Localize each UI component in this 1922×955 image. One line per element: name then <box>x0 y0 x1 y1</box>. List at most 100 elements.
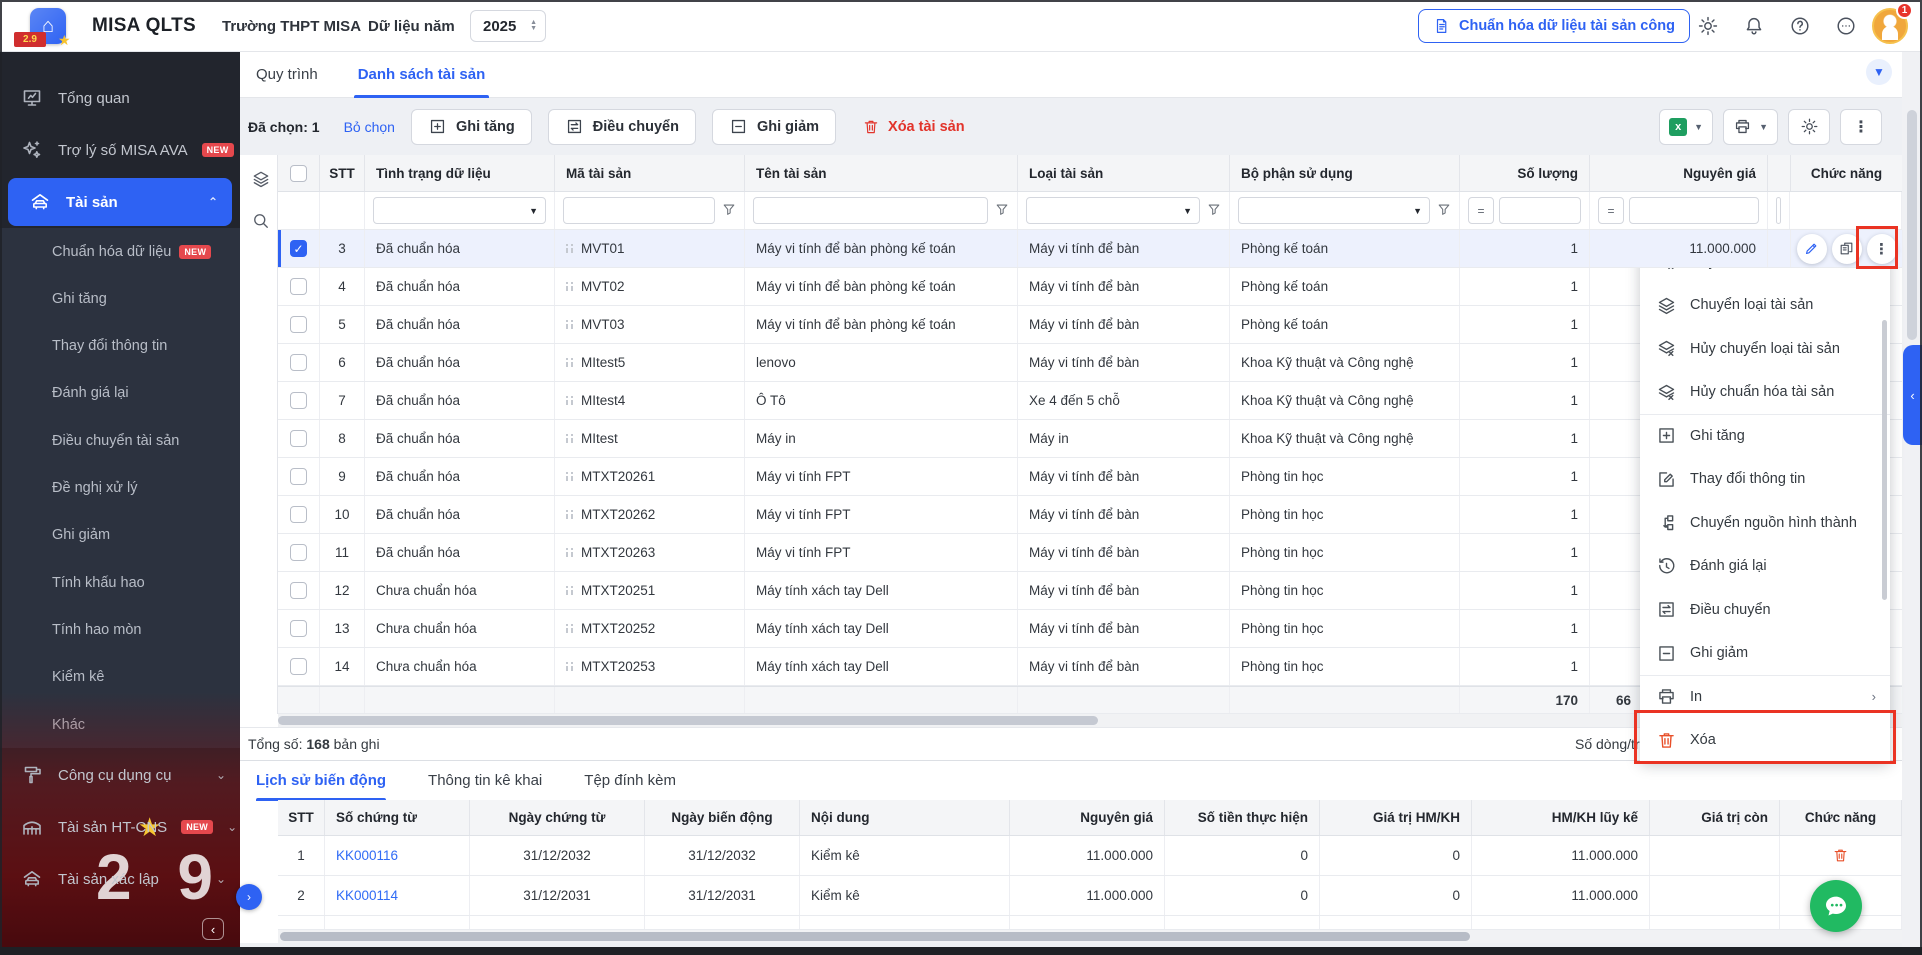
filter-operator[interactable]: = <box>1598 197 1624 224</box>
sidebar-item-infra[interactable]: Tài sản HT-CNSNEW⌄ <box>0 803 240 851</box>
export-excel-button[interactable]: x▼ <box>1659 109 1713 145</box>
menu-item-4[interactable]: Ghi tăng <box>1640 414 1890 458</box>
expand-detail-button[interactable]: › <box>236 884 262 910</box>
document-link[interactable]: KK000114 <box>336 888 398 903</box>
filter-input[interactable] <box>1776 197 1781 224</box>
duplicate-button[interactable] <box>1832 234 1862 264</box>
row-checkbox[interactable] <box>290 278 307 295</box>
print-button[interactable]: ▼ <box>1723 109 1778 145</box>
sidebar-subitem[interactable]: Điều chuyển tài sản <box>0 417 240 464</box>
more-apps-icon[interactable] <box>1835 15 1857 37</box>
settings-gear-icon[interactable] <box>1697 15 1719 37</box>
search-icon[interactable] <box>251 211 271 231</box>
delete-row-icon[interactable] <box>1832 847 1849 864</box>
chat-support-button[interactable] <box>1810 880 1862 932</box>
history-row[interactable]: 2KK00011431/12/203131/12/2031Kiểm kê11.0… <box>278 876 1902 916</box>
sidebar-collapse-button[interactable]: ‹ <box>202 918 224 940</box>
deselect-link[interactable]: Bỏ chọn <box>344 119 395 135</box>
sidebar-subitem[interactable]: Kiểm kê <box>0 654 240 701</box>
detail-tab[interactable]: Lịch sử biến động <box>256 761 386 801</box>
layers-icon[interactable] <box>251 169 271 189</box>
notifications-bell-icon[interactable] <box>1743 15 1765 37</box>
grid-more-button[interactable]: ⋮ <box>1840 109 1882 145</box>
menu-item-5[interactable]: Thay đổi thông tin <box>1640 458 1890 502</box>
menu-item-7[interactable]: Đánh giá lại <box>1640 545 1890 589</box>
filter-select[interactable]: ▼ <box>1238 197 1430 224</box>
menu-scrollbar[interactable] <box>1882 320 1887 600</box>
funnel-icon[interactable] <box>1207 202 1221 219</box>
normalize-public-assets-button[interactable]: Chuẩn hóa dữ liệu tài sản công <box>1418 9 1690 43</box>
sidebar-subitem[interactable]: Tính hao mòn <box>0 606 240 653</box>
year-select[interactable]: 2025 ▲▼ <box>470 10 546 42</box>
sidebar-subitem[interactable]: Đánh giá lại <box>0 370 240 417</box>
menu-item-9[interactable]: Ghi giảm <box>1640 632 1890 676</box>
sidebar-subitem[interactable]: Đề nghị xử lý <box>0 465 240 512</box>
organization-name[interactable]: Trường THPT MISA <box>222 0 361 52</box>
filter-input[interactable] <box>563 197 715 224</box>
toolbar-button-plus-square[interactable]: Ghi tăng <box>411 109 532 145</box>
toolbar-button-minus-square[interactable]: Ghi giảm <box>712 109 836 145</box>
table-row[interactable]: ✓3Đã chuẩn hóaMVT01Máy vi tính để bàn ph… <box>278 230 1902 268</box>
funnel-icon[interactable] <box>995 202 1009 219</box>
row-checkbox[interactable] <box>290 354 307 371</box>
row-checkbox[interactable] <box>290 316 307 333</box>
drag-handle-icon[interactable] <box>566 624 573 633</box>
row-checkbox[interactable] <box>290 620 307 637</box>
select-all-checkbox[interactable] <box>290 165 307 182</box>
drag-handle-icon[interactable] <box>566 510 573 519</box>
detail-tab[interactable]: Thông tin kê khai <box>428 761 542 801</box>
row-checkbox[interactable]: ✓ <box>290 240 307 257</box>
sidebar-subitem[interactable]: Thay đổi thông tin <box>0 323 240 370</box>
drag-handle-icon[interactable] <box>566 358 573 367</box>
funnel-icon[interactable] <box>1437 202 1451 219</box>
filter-operator[interactable]: = <box>1468 197 1494 224</box>
toolbar-button-transfer-square[interactable]: Điều chuyển <box>548 109 696 145</box>
sidebar-item-asset[interactable]: Tài sản xác lập⌄ <box>0 855 240 903</box>
menu-item-1[interactable]: Chuyển loại tài sản <box>1640 284 1890 328</box>
row-checkbox[interactable] <box>290 392 307 409</box>
row-checkbox[interactable] <box>290 506 307 523</box>
drag-handle-icon[interactable] <box>566 434 573 443</box>
row-checkbox[interactable] <box>290 430 307 447</box>
funnel-icon[interactable] <box>722 202 736 219</box>
row-checkbox[interactable] <box>290 658 307 675</box>
grid-settings-button[interactable] <box>1788 109 1830 145</box>
row-checkbox[interactable] <box>290 544 307 561</box>
sidebar-item-2[interactable]: Trợ lý số MISA AVANEW <box>0 126 240 174</box>
right-panel-toggle[interactable]: ‹ <box>1903 345 1922 445</box>
drag-handle-icon[interactable] <box>566 662 573 671</box>
menu-item-delete[interactable]: Xóa <box>1640 719 1890 763</box>
drag-handle-icon[interactable] <box>566 320 573 329</box>
sidebar-subitem[interactable]: Ghi giảm <box>0 512 240 559</box>
filter-select[interactable]: ▼ <box>373 197 546 224</box>
filter-select[interactable]: ▼ <box>1026 197 1200 224</box>
menu-item-6[interactable]: Chuyển nguồn hình thành <box>1640 501 1890 545</box>
edit-button[interactable] <box>1797 234 1827 264</box>
history-row[interactable]: 1KK00011631/12/203231/12/2032Kiểm kê11.0… <box>278 836 1902 876</box>
page-vscrollbar-thumb[interactable] <box>1907 110 1917 340</box>
delete-asset-button[interactable]: Xóa tài sản <box>862 118 965 136</box>
sidebar-item-3[interactable]: Tài sản⌃ <box>8 178 232 226</box>
year-spinner-icon[interactable]: ▲▼ <box>530 20 537 32</box>
row-checkbox[interactable] <box>290 468 307 485</box>
history-table-hscrollbar[interactable] <box>278 930 1902 943</box>
drag-handle-icon[interactable] <box>566 586 573 595</box>
menu-item-8[interactable]: Điều chuyển <box>1640 588 1890 632</box>
sidebar-subitem[interactable]: Tính khấu hao <box>0 559 240 606</box>
row-checkbox[interactable] <box>290 582 307 599</box>
sidebar-subitem[interactable]: Chuẩn hóa dữ liệuNEW <box>0 228 240 275</box>
drag-handle-icon[interactable] <box>566 282 573 291</box>
filter-input[interactable] <box>753 197 988 224</box>
drag-handle-icon[interactable] <box>566 396 573 405</box>
help-icon[interactable] <box>1789 15 1811 37</box>
menu-item-10[interactable]: In› <box>1640 675 1890 719</box>
detail-tab[interactable]: Tệp đính kèm <box>584 761 676 801</box>
row-kebab-menu-button[interactable]: ⋮ <box>1867 234 1897 264</box>
filter-number-input[interactable] <box>1629 197 1759 224</box>
menu-item-2[interactable]: Hủy chuyển loại tài sản <box>1640 327 1890 371</box>
collapse-detail-chevron-icon[interactable]: ▼ <box>1866 59 1892 85</box>
filter-number-input[interactable] <box>1499 197 1581 224</box>
sidebar-item-roller[interactable]: Công cụ dụng cụ⌄ <box>0 751 240 799</box>
sidebar-item-1[interactable]: Tổng quan <box>0 74 240 122</box>
drag-handle-icon[interactable] <box>566 244 573 253</box>
